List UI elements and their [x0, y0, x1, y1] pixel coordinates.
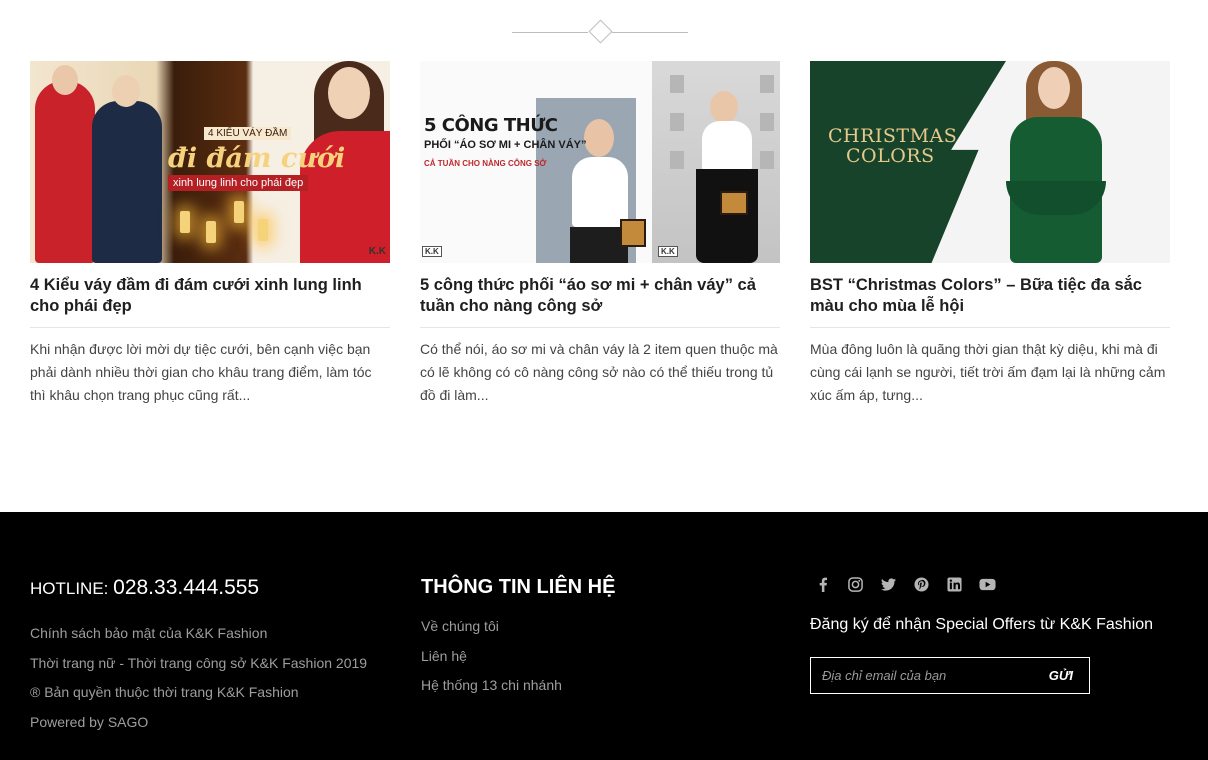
divider-line-right	[612, 32, 688, 33]
card-separator	[420, 327, 780, 328]
article-thumbnail[interactable]: 5 CÔNG THỨC PHỐI “ÁO SƠ MI + CHÂN VÁY” C…	[420, 61, 780, 263]
hotline-label: HOTLINE:	[30, 579, 109, 598]
article-title[interactable]: 5 công thức phối “áo sơ mi + chân váy” c…	[420, 275, 780, 319]
hotline-number[interactable]: 028.33.444.555	[113, 576, 259, 599]
thumb-text-line1: 5 CÔNG THỨC	[424, 115, 558, 136]
submit-button[interactable]: GỬI	[1039, 668, 1089, 683]
contact-links: Về chúng tôi Liên hệ Hệ thống 13 chi nhá…	[421, 619, 615, 692]
email-input[interactable]	[811, 658, 1039, 693]
article-excerpt: Mùa đông luôn là quãng thời gian thật kỳ…	[810, 341, 1166, 403]
article-title[interactable]: BST “Christmas Colors” – Bữa tiệc đa sắc…	[810, 275, 1170, 319]
footer-column-contact: THÔNG TIN LIÊN HỆ Về chúng tôi Liên hệ H…	[421, 576, 615, 708]
thumb-text-line3: CẢ TUẦN CHO NÀNG CÔNG SỞ	[424, 159, 547, 168]
brand-logo: K.K	[422, 246, 442, 257]
card-separator	[30, 327, 390, 328]
divider-line-left	[512, 32, 588, 33]
thumb-text-line3: xinh lung linh cho phái đẹp	[168, 175, 309, 191]
subscribe-form: GỬI	[810, 657, 1090, 694]
card-separator	[810, 327, 1170, 328]
footer-link-powered-by[interactable]: Powered by SAGO	[30, 715, 367, 729]
article-thumbnail[interactable]: CHRISTMAS COLORS	[810, 61, 1170, 263]
candle-decoration	[234, 201, 244, 223]
youtube-icon[interactable]	[979, 576, 996, 593]
thumb-text-line2: COLORS	[846, 145, 935, 167]
model-head	[710, 91, 738, 123]
linkedin-icon[interactable]	[946, 576, 963, 593]
model-head	[584, 119, 614, 157]
divider-diamond-icon	[588, 19, 613, 44]
model-head	[52, 65, 78, 95]
article-excerpt: Có thể nói, áo sơ mi và chân váy là 2 it…	[420, 341, 778, 403]
thumb-text-line1: CHRISTMAS	[828, 125, 958, 147]
facebook-icon[interactable]	[814, 576, 831, 593]
building-window	[670, 151, 684, 169]
thumb-text-line1: 4 KIỂU VÁY ĐẦM	[204, 127, 292, 140]
building-window	[760, 151, 774, 169]
hotline: HOTLINE: 028.33.444.555	[30, 576, 367, 600]
model-head	[112, 75, 140, 107]
footer-link-copyright[interactable]: ® Bản quyền thuộc thời trang K&K Fashion	[30, 685, 367, 699]
building-window	[670, 75, 684, 93]
section-divider	[512, 19, 688, 44]
footer-link-branches[interactable]: Hệ thống 13 chi nhánh	[421, 678, 615, 692]
article-card: 4 KIỂU VÁY ĐẦM đi đám cưới xinh lung lin…	[30, 61, 390, 407]
building-window	[760, 113, 774, 131]
candle-decoration	[258, 219, 268, 241]
brand-logo: K.K	[368, 246, 386, 257]
model-red-dress	[35, 81, 95, 263]
footer-link-fashion[interactable]: Thời trang nữ - Thời trang công sở K&K F…	[30, 656, 367, 670]
model-white-blouse	[702, 121, 752, 171]
site-footer: HOTLINE: 028.33.444.555 Chính sách bảo m…	[0, 512, 1208, 760]
contact-heading: THÔNG TIN LIÊN HỆ	[421, 576, 616, 598]
article-title[interactable]: 4 Kiểu váy đầm đi đám cưới xinh lung lin…	[30, 275, 390, 319]
footer-column-info: HOTLINE: 028.33.444.555 Chính sách bảo m…	[30, 576, 367, 744]
article-excerpt: Khi nhận được lời mời dự tiệc cưới, bên …	[30, 341, 372, 403]
article-card: 5 CÔNG THỨC PHỐI “ÁO SƠ MI + CHÂN VÁY” C…	[420, 61, 780, 407]
brand-logo: K.K	[658, 246, 678, 257]
candle-decoration	[206, 221, 216, 243]
social-links	[814, 572, 1153, 596]
model-navy-dress	[92, 101, 162, 263]
instagram-icon[interactable]	[847, 576, 864, 593]
thumb-text-line2: PHỐI “ÁO SƠ MI + CHÂN VÁY”	[424, 139, 587, 151]
twitter-icon[interactable]	[880, 576, 897, 593]
building-window	[760, 75, 774, 93]
article-card: CHRISTMAS COLORS BST “Christmas Colors” …	[810, 61, 1170, 407]
model-head	[328, 67, 370, 119]
model-black-skirt	[696, 169, 758, 263]
article-thumbnail[interactable]: 4 KIỂU VÁY ĐẦM đi đám cưới xinh lung lin…	[30, 61, 390, 263]
model-head	[1038, 67, 1070, 109]
footer-link-privacy[interactable]: Chính sách bảo mật của K&K Fashion	[30, 626, 367, 640]
footer-column-subscribe: Đăng ký để nhận Special Offers từ K&K Fa…	[810, 572, 1153, 694]
footer-link-about[interactable]: Về chúng tôi	[421, 619, 615, 633]
footer-link-contact[interactable]: Liên hệ	[421, 649, 615, 663]
candle-decoration	[180, 211, 190, 233]
building-window	[670, 113, 684, 131]
footer-links: Chính sách bảo mật của K&K Fashion Thời …	[30, 626, 367, 729]
subscribe-text: Đăng ký để nhận Special Offers từ K&K Fa…	[810, 616, 1154, 633]
leopard-bag	[620, 219, 646, 247]
model-white-shirt	[572, 157, 628, 227]
pinterest-icon[interactable]	[913, 576, 930, 593]
thumb-text-line2: đi đám cưới	[168, 143, 346, 174]
leopard-bag	[720, 191, 748, 215]
